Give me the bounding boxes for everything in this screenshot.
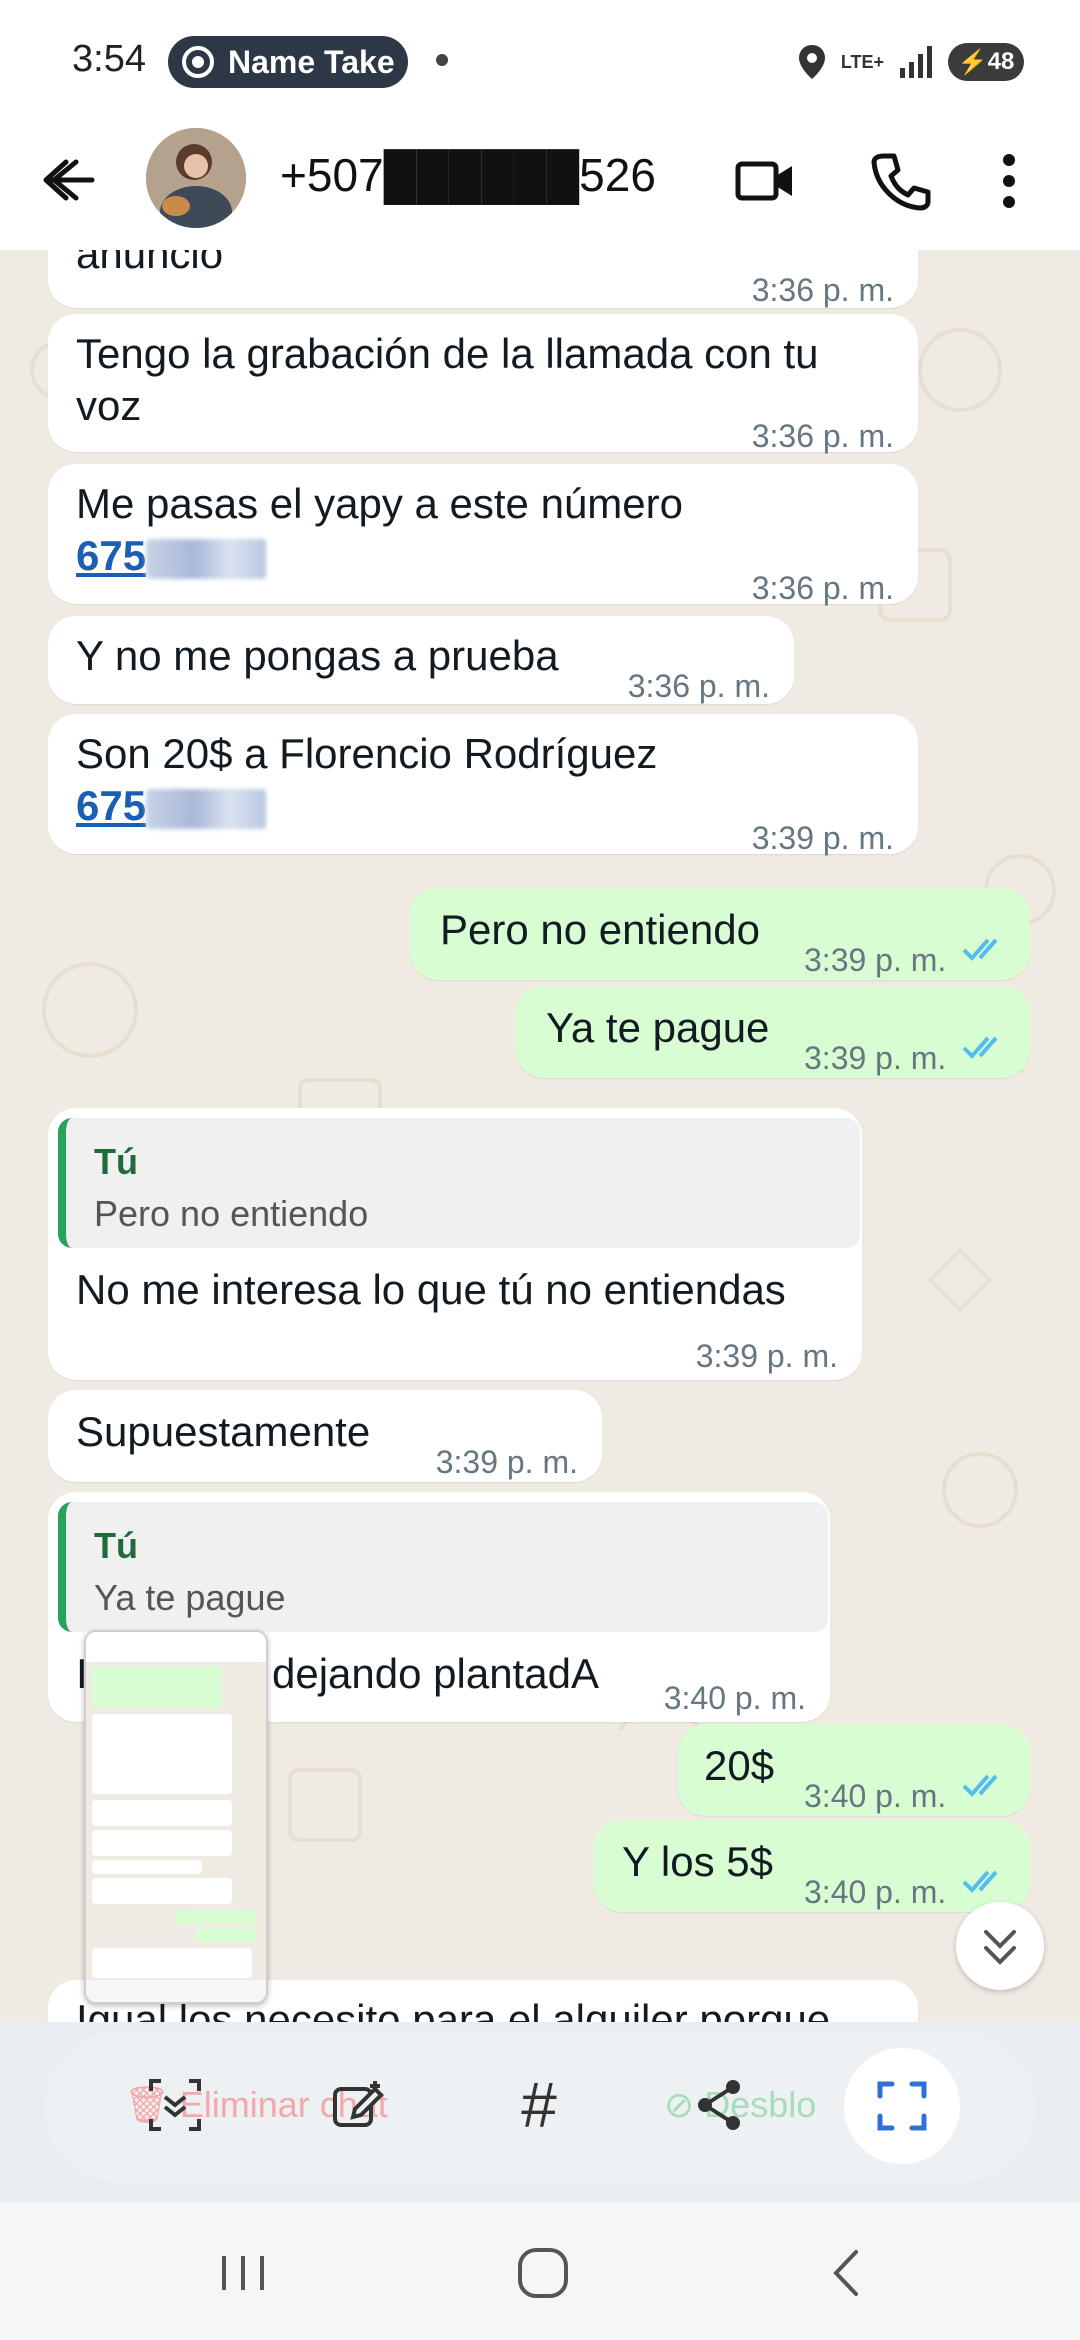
chevron-double-down-icon (984, 1930, 1016, 1965)
message-incoming[interactable]: anuncio 3:36 p. m. (48, 250, 918, 308)
back-nav-icon[interactable] (812, 2238, 882, 2308)
more-vert-icon[interactable] (984, 146, 1034, 216)
screen-recorder-pill[interactable]: Name Take (168, 36, 408, 88)
notification-dot (436, 54, 448, 66)
message-text: Supuestamente (76, 1408, 371, 1455)
signal-icon (900, 46, 932, 78)
message-text: dejando plantadA (272, 1650, 599, 1697)
bolt-icon: ⚡ (957, 48, 988, 76)
quote-author: Tú (94, 1525, 138, 1566)
record-icon (182, 46, 214, 78)
battery-indicator: ⚡ 48 (948, 43, 1024, 81)
message-incoming[interactable]: Tengo la grabación de la llamada con tu … (48, 314, 918, 454)
location-icon (798, 45, 825, 79)
back-arrow-icon[interactable] (36, 148, 100, 212)
message-outgoing[interactable]: Pero no entiendo 3:39 p. m. (410, 888, 1030, 980)
network-type: LTE+ (840, 52, 884, 72)
redacted-digits (146, 538, 267, 579)
screenshot-toolbar-area: 🗑 Eliminar chat ⊘ Desblo # (0, 2022, 1080, 2202)
message-text: 20$ (704, 1742, 775, 1789)
home-icon[interactable] (508, 2238, 578, 2308)
message-text: Y no me pongas a prueba (76, 632, 559, 679)
recents-icon[interactable] (208, 2238, 278, 2308)
message-time: 3:36 p. m. (751, 418, 894, 454)
message-time: 3:39 p. m. (751, 820, 894, 856)
message-time: 3:39 p. m. (435, 1444, 578, 1480)
message-time: 3:39 p. m. (804, 942, 947, 978)
select-area-button[interactable] (844, 2048, 960, 2164)
screenshot-toolbar: 🗑 Eliminar chat ⊘ Desblo # (44, 2032, 1036, 2182)
phone-number-link[interactable]: 675 (76, 780, 267, 832)
message-outgoing[interactable]: Y los 5$ 3:40 p. m. (594, 1820, 1030, 1912)
status-bar: 3:54 Name Take LTE+ ⚡ 48 (0, 0, 1080, 120)
contact-avatar[interactable] (146, 128, 246, 228)
phone-link-text[interactable]: 675 (76, 532, 146, 579)
message-incoming-reply[interactable]: Tú Pero no entiendo No me interesa lo qu… (48, 1108, 862, 1380)
scroll-capture-button[interactable] (130, 2060, 220, 2150)
message-time: 3:40 p. m. (804, 1778, 947, 1814)
message-time: 3:36 p. m. (627, 668, 770, 704)
message-text: Ya te pague (546, 1004, 770, 1051)
screenshot-preview-thumbnail[interactable] (84, 1630, 268, 2004)
message-text: No me interesa lo que tú no entiendas (76, 1266, 786, 1313)
message-text: Me pasas el yapy a este número (76, 480, 683, 527)
message-text: Y los 5$ (622, 1838, 773, 1885)
hashtag-icon: # (521, 2069, 557, 2141)
chat-header: +507██████526 (0, 120, 1080, 250)
thumbnail-image (86, 1632, 266, 2002)
edit-pen-icon (333, 2081, 384, 2127)
read-double-check-icon (962, 938, 998, 961)
message-time: 3:36 p. m. (751, 570, 894, 606)
quote-text: Pero no entiendo (94, 1193, 369, 1234)
message-time: 3:39 p. m. (804, 1040, 947, 1076)
battery-level: 48 (987, 48, 1015, 75)
message-list[interactable]: anuncio 3:36 p. m. Tengo la grabación de… (0, 250, 1080, 2022)
message-time: 3:36 p. m. (751, 272, 894, 308)
message-incoming[interactable]: Me pasas el yapy a este número 675 3:36 … (48, 464, 918, 606)
read-double-check-icon (962, 1870, 998, 1893)
message-time: 3:39 p. m. (695, 1338, 838, 1374)
crop-frame-icon (877, 2081, 927, 2131)
status-time: 3:54 (72, 38, 146, 80)
message-incoming[interactable]: Supuestamente 3:39 p. m. (48, 1390, 602, 1482)
message-outgoing[interactable]: 20$ 3:40 p. m. (678, 1724, 1030, 1816)
status-icons: LTE+ ⚡ 48 (797, 40, 1024, 84)
draw-edit-button[interactable] (314, 2060, 404, 2150)
message-text-line2: voz (76, 382, 142, 429)
message-time: 3:40 p. m. (804, 1874, 947, 1910)
quote-text: Ya te pague (94, 1577, 286, 1618)
quoted-message[interactable]: Tú Pero no entiendo (58, 1118, 860, 1248)
read-double-check-icon (962, 1774, 998, 1797)
message-time: 3:40 p. m. (663, 1680, 806, 1716)
share-button[interactable] (674, 2060, 764, 2150)
video-call-icon[interactable] (730, 146, 800, 216)
message-incoming[interactable]: Son 20$ a Florencio Rodríguez 675 3:39 p… (48, 714, 918, 856)
share-icon (698, 2080, 740, 2130)
system-nav-bar (0, 2202, 1080, 2340)
scroll-capture-icon (149, 2079, 201, 2131)
contact-name[interactable]: +507██████526 (280, 148, 656, 202)
message-text-line1: Tengo la grabación de la llamada con tu (76, 330, 819, 377)
phone-number-link[interactable]: 675 (76, 530, 267, 582)
quote-author: Tú (94, 1141, 138, 1182)
read-double-check-icon (962, 1036, 998, 1059)
recorder-label: Name Take (228, 43, 395, 80)
scroll-to-bottom-button[interactable] (956, 1902, 1044, 1990)
message-text: Pero no entiendo (440, 906, 760, 953)
redacted-digits (146, 788, 267, 829)
message-outgoing[interactable]: Ya te pague 3:39 p. m. (516, 986, 1030, 1078)
message-text: anuncio (76, 250, 224, 277)
phone-icon[interactable] (866, 146, 936, 216)
message-text: Son 20$ a Florencio Rodríguez (76, 730, 658, 777)
message-incoming[interactable]: Y no me pongas a prueba 3:36 p. m. (48, 616, 794, 704)
quoted-message[interactable]: Tú Ya te pague (58, 1502, 828, 1632)
phone-link-text[interactable]: 675 (76, 782, 146, 829)
hashtag-button[interactable]: # (494, 2060, 584, 2150)
